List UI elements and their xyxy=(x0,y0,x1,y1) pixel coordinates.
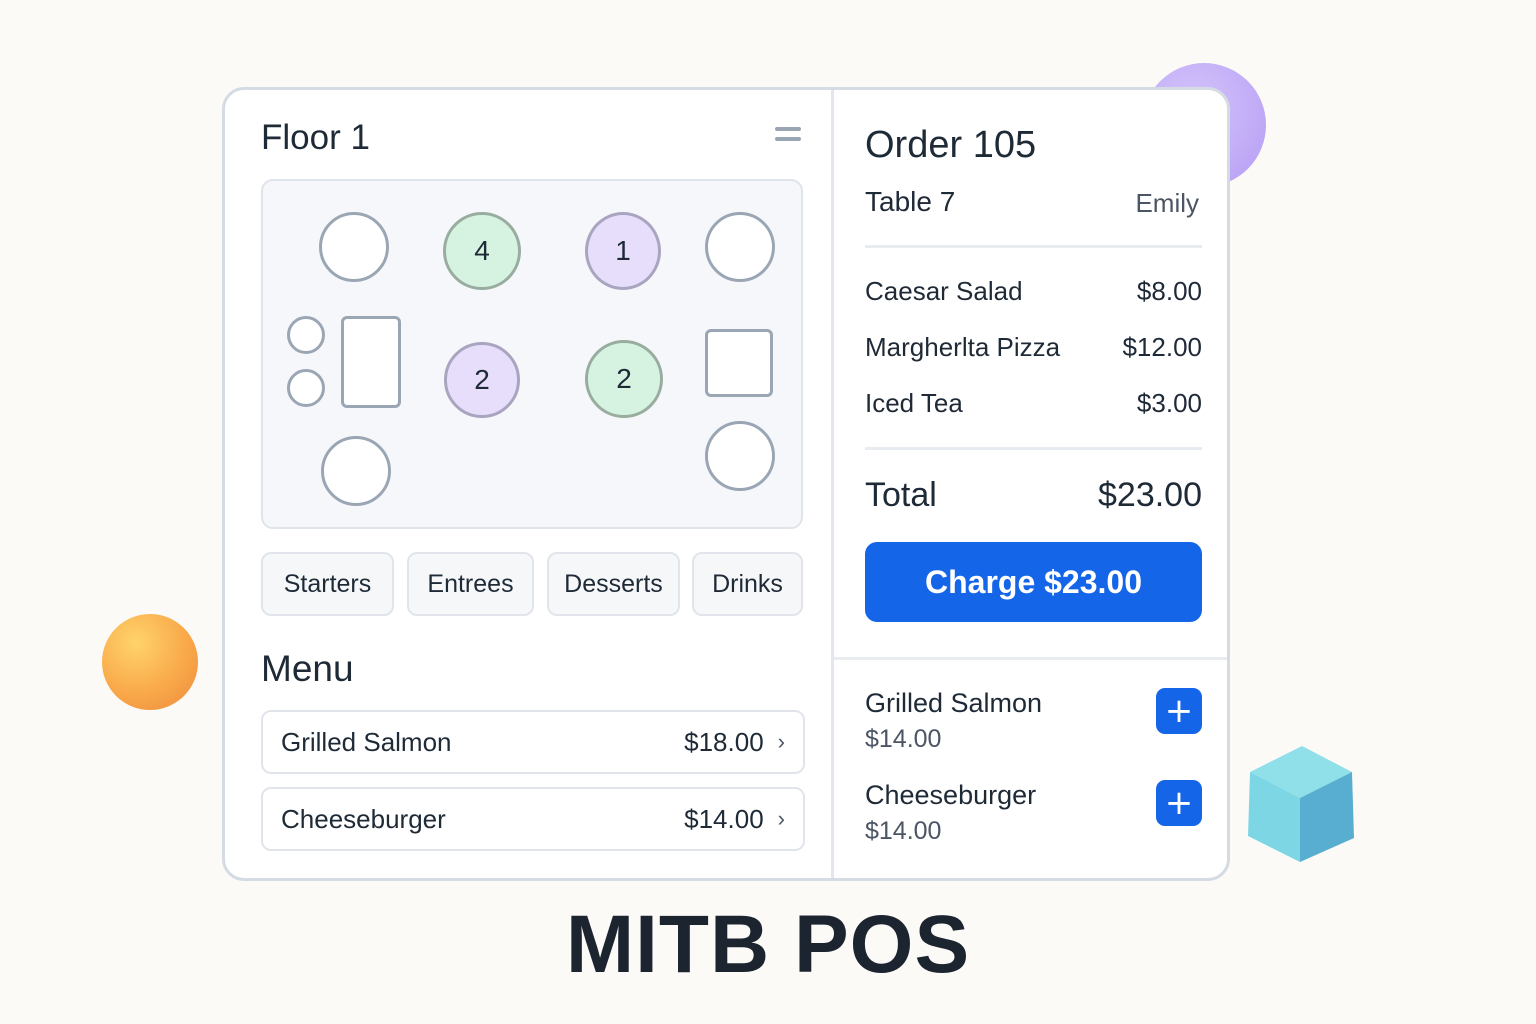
divider xyxy=(865,447,1202,450)
quick-add-item: Cheeseburger $14.00 + xyxy=(865,780,1202,846)
total-label: Total xyxy=(865,476,937,514)
floor-table[interactable] xyxy=(705,421,775,491)
floor-table[interactable]: 1 xyxy=(585,212,661,290)
add-item-button[interactable]: + xyxy=(1156,688,1202,734)
order-item-name: Margherlta Pizza xyxy=(865,332,1061,362)
order-line-item[interactable]: Margherlta Pizza $12.00 xyxy=(865,332,1202,363)
floor-table[interactable]: 4 xyxy=(443,212,521,290)
menu-item[interactable]: Cheeseburger $14.00 › xyxy=(261,787,805,851)
tab-desserts[interactable]: Desserts xyxy=(547,552,680,616)
menu-item-name: Grilled Salmon xyxy=(281,726,452,757)
order-item-name: Iced Tea xyxy=(865,388,963,418)
order-item-name: Caesar Salad xyxy=(865,276,1023,306)
quick-add-price: $14.00 xyxy=(865,725,942,753)
decorative-cube xyxy=(1248,746,1354,862)
order-table: Table 7 xyxy=(865,186,956,217)
quick-add-name: Cheeseburger xyxy=(865,780,1037,810)
category-tabs: Starters Entrees Desserts Drinks xyxy=(261,552,805,618)
tab-entrees[interactable]: Entrees xyxy=(407,552,534,616)
floor-table[interactable] xyxy=(319,212,389,282)
decorative-orange-sphere xyxy=(102,614,198,710)
floor-table[interactable] xyxy=(705,329,773,397)
divider xyxy=(834,657,1227,660)
order-line-item[interactable]: Caesar Salad $8.00 xyxy=(865,276,1202,307)
menu-item[interactable]: Grilled Salmon $18.00 › xyxy=(261,710,805,774)
chevron-right-icon: › xyxy=(777,729,785,754)
seat xyxy=(287,316,325,354)
order-item-price: $8.00 xyxy=(1136,276,1202,306)
order-title: Order 105 xyxy=(865,124,1037,166)
menu-item-price: $18.00 xyxy=(684,726,764,757)
total-amount: $23.00 xyxy=(1098,476,1202,514)
floor-table[interactable] xyxy=(705,212,775,282)
order-total: Total $23.00 xyxy=(865,476,1202,515)
floor-table[interactable]: 2 xyxy=(444,342,520,418)
order-panel: Order 105 Table 7 Emily Caesar Salad $8.… xyxy=(834,90,1227,878)
server-name: Emily xyxy=(1135,188,1199,218)
tab-starters[interactable]: Starters xyxy=(261,552,394,616)
order-line-item[interactable]: Iced Tea $3.00 xyxy=(865,388,1202,419)
menu-item-name: Cheeseburger xyxy=(281,803,446,834)
quick-add-price: $14.00 xyxy=(865,817,942,845)
add-item-button[interactable]: + xyxy=(1156,780,1202,826)
brand-title: MITB POS xyxy=(565,899,971,990)
quick-add-name: Grilled Salmon xyxy=(865,688,1043,718)
divider xyxy=(865,245,1202,248)
floor-title: Floor 1 xyxy=(261,118,370,157)
pos-window: Floor 1 4 1 2 2 Starters Entrees Dessert… xyxy=(222,87,1230,881)
seat xyxy=(287,369,325,407)
menu-icon[interactable] xyxy=(775,127,801,147)
menu-title: Menu xyxy=(261,648,354,689)
order-item-price: $3.00 xyxy=(1136,388,1202,418)
chevron-right-icon: › xyxy=(777,806,785,831)
floor-table[interactable]: 2 xyxy=(585,340,663,418)
quick-add-item: Grilled Salmon $14.00 + xyxy=(865,688,1202,754)
tab-drinks[interactable]: Drinks xyxy=(692,552,803,616)
floor-table[interactable] xyxy=(341,316,401,408)
floor-table[interactable] xyxy=(321,436,391,506)
charge-button[interactable]: Charge $23.00 xyxy=(865,542,1202,622)
floor-map: 4 1 2 2 xyxy=(261,179,803,529)
order-item-price: $12.00 xyxy=(1122,332,1202,362)
menu-item-price: $14.00 xyxy=(684,803,764,834)
